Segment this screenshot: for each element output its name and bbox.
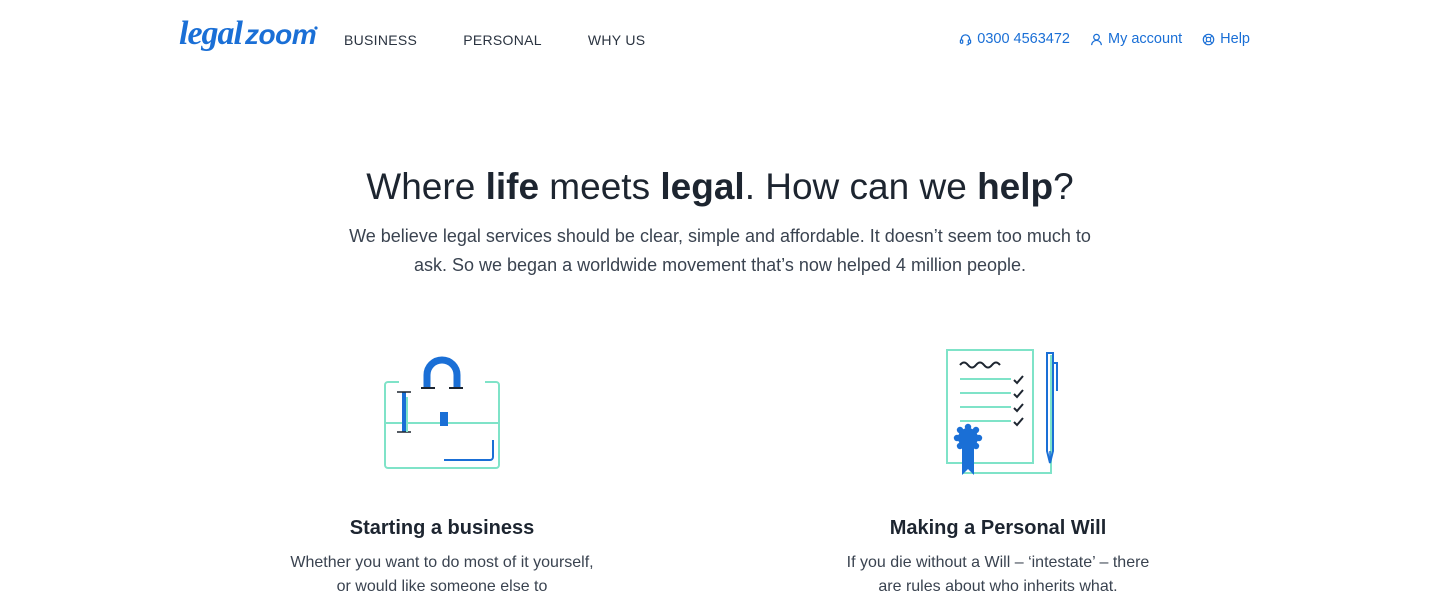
user-icon [1091, 33, 1102, 45]
my-account-link[interactable]: My account [1090, 30, 1182, 48]
card-title: Starting a business [349, 517, 535, 539]
site-header: legal zoom BUSINESS PERSONAL WHY US 0300… [0, 0, 1440, 80]
nav-personal[interactable]: PERSONAL [463, 31, 542, 49]
card-personal-will[interactable]: Making a Personal Will If you die withou… [828, 345, 1168, 599]
legalzoom-logo[interactable]: legal zoom [179, 14, 321, 56]
main-nav: BUSINESS PERSONAL WHY US [344, 31, 691, 49]
hero-subtitle: We believe legal services should be clea… [349, 226, 1091, 275]
lifebuoy-icon [1202, 33, 1215, 45]
logo-zoom-text: zoom [244, 19, 316, 50]
phone-number: 0300 4563472 [977, 31, 1071, 47]
help-link[interactable]: Help [1202, 30, 1250, 48]
nav-business[interactable]: BUSINESS [344, 31, 417, 49]
help-label: Help [1220, 31, 1250, 47]
card-text: Whether you want to do most of it yourse… [290, 554, 594, 595]
phone-link[interactable]: 0300 4563472 [959, 30, 1070, 48]
card-title: Making a Personal Will [889, 517, 1107, 539]
utility-links: 0300 4563472 My account Help [959, 30, 1250, 48]
briefcase-icon [384, 356, 500, 469]
nav-why-us[interactable]: WHY US [588, 31, 646, 49]
logo-legal-text: legal [179, 15, 244, 52]
hero-title: Where life meets legal. How can we help? [366, 166, 1074, 207]
will-document-icon [946, 349, 1058, 475]
headset-icon [960, 33, 972, 45]
card-starting-business[interactable]: Starting a business Whether you want to … [272, 345, 612, 599]
card-text: If you die without a Will – ‘intestate’ … [846, 554, 1150, 595]
legalzoom-logo-mark: legal zoom [179, 15, 318, 52]
my-account-label: My account [1108, 31, 1183, 47]
